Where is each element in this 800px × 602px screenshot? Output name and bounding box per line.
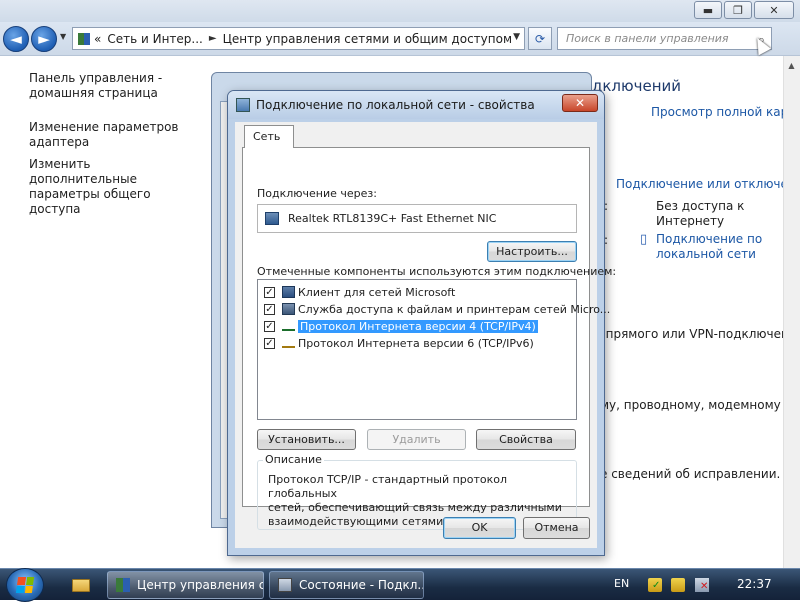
breadcrumb-network-internet[interactable]: Сеть и Интер... <box>107 32 203 46</box>
ok-button[interactable]: OK <box>443 517 516 539</box>
breadcrumb-separator-icon[interactable]: ► <box>209 33 217 44</box>
scroll-up-icon[interactable]: ▲ <box>783 57 800 74</box>
lan-connection-link[interactable]: Подключение по локальной сети <box>656 232 776 262</box>
connect-network-text: му, проводному, модемному <box>600 398 781 412</box>
tasks-sidebar: Панель управления - домашняя страница Из… <box>0 56 205 568</box>
protocol-icon <box>282 340 295 348</box>
dialog-body: Сеть Подключение через: Realtek RTL8139C… <box>235 122 616 548</box>
maximize-button[interactable]: ❐ <box>724 1 752 19</box>
network-center-icon <box>116 578 130 592</box>
list-item[interactable]: ✓ Клиент для сетей Microsoft <box>264 284 574 300</box>
components-list[interactable]: ✓ Клиент для сетей Microsoft ✓ Служба до… <box>257 279 610 420</box>
cancel-button[interactable]: Отмена <box>523 517 590 539</box>
search-input[interactable]: Поиск в панели управления ⌕ <box>557 27 772 50</box>
remove-button[interactable]: Удалить <box>367 429 466 450</box>
address-bar[interactable]: « Сеть и Интер... ► Центр управления сет… <box>72 27 525 50</box>
configure-button[interactable]: Настроить... <box>487 241 577 262</box>
page-heading-tail: дключений <box>592 77 682 95</box>
recent-pages-dropdown-icon[interactable]: ▼ <box>60 32 66 41</box>
network-disconnected-icon[interactable] <box>695 578 709 592</box>
sidebar-link-advanced-sharing-settings[interactable]: Изменить дополнительные параметры общего… <box>29 157 199 217</box>
list-item[interactable]: ✓ Протокол Интернета версии 4 (TCP/IPv4) <box>264 318 574 334</box>
component-checkbox[interactable]: ✓ <box>264 286 275 298</box>
list-item[interactable]: ✓ Служба доступа к файлам и принтерам се… <box>264 301 610 317</box>
windows-logo-icon <box>15 577 35 593</box>
install-button[interactable]: Установить... <box>257 429 356 450</box>
file-printer-sharing-icon <box>282 303 295 315</box>
access-status-text: Без доступа к Интернету <box>656 199 745 228</box>
address-overflow-chevron[interactable]: « <box>94 32 101 46</box>
dialog-titlebar[interactable]: Подключение по локальной сети - свойства… <box>228 91 604 119</box>
minimize-button[interactable]: ▬ <box>694 1 722 19</box>
start-button[interactable] <box>6 568 44 602</box>
dialog-close-button[interactable]: ✕ <box>562 94 598 112</box>
component-label: Протокол Интернета версии 6 (TCP/IPv6) <box>298 336 534 350</box>
component-checkbox[interactable]: ✓ <box>264 303 275 315</box>
adapter-name: Realtek RTL8139C+ Fast Ethernet NIC <box>288 212 497 225</box>
troubleshoot-text: е сведений об исправлении. <box>600 467 781 481</box>
vertical-scrollbar[interactable] <box>783 56 800 568</box>
connect-disconnect-link[interactable]: Подключение или отключение <box>616 177 800 192</box>
network-card-icon <box>265 212 279 225</box>
sidebar-link-change-adapter-settings[interactable]: Изменение параметров адаптера <box>29 120 199 150</box>
window-titlebar: ▬ ❐ ✕ <box>0 0 800 22</box>
task-connection-status[interactable]: Состояние - Подкл... <box>269 571 424 599</box>
action-center-icon[interactable] <box>648 578 662 592</box>
lan-connection-icon: ▯ <box>640 232 648 247</box>
component-checkbox[interactable]: ✓ <box>264 337 275 349</box>
dialog-title: Подключение по локальной сети - свойства <box>256 98 535 112</box>
task-label: Центр управления с... <box>137 578 264 592</box>
adapter-field: Realtek RTL8139C+ Fast Ethernet NIC <box>257 204 577 233</box>
navigation-bar: ◄ ► ▼ « Сеть и Интер... ► Центр управлен… <box>0 22 800 56</box>
forward-button[interactable]: ► <box>31 26 57 52</box>
language-indicator[interactable]: EN <box>614 577 629 590</box>
security-alert-icon[interactable] <box>671 578 685 592</box>
description-legend: Описание <box>263 453 324 466</box>
view-full-map-link[interactable]: Просмотр полной карты <box>651 105 800 120</box>
system-clock[interactable]: 22:37 <box>737 577 772 591</box>
lan-properties-dialog: Подключение по локальной сети - свойства… <box>227 90 616 556</box>
sidebar-link-control-panel-home[interactable]: Панель управления - домашняя страница <box>29 71 199 101</box>
breadcrumb-network-center[interactable]: Центр управления сетями и общим доступом <box>223 32 512 46</box>
network-adapter-icon <box>236 98 250 112</box>
properties-button[interactable]: Свойства <box>476 429 576 450</box>
component-label: Клиент для сетей Microsoft <box>298 285 456 299</box>
search-placeholder: Поиск в панели управления <box>566 32 729 45</box>
window-controls: ▬ ❐ ✕ <box>694 1 794 19</box>
connection-status-icon <box>278 578 292 592</box>
taskbar: Центр управления с... Состояние - Подкл.… <box>0 568 800 602</box>
address-dropdown-icon[interactable]: ▼ <box>513 32 520 42</box>
explorer-taskbar-button[interactable] <box>66 573 96 597</box>
network-client-icon <box>282 286 295 298</box>
network-center-icon <box>78 32 90 45</box>
protocol-icon <box>282 323 295 331</box>
back-button[interactable]: ◄ <box>3 26 29 52</box>
components-label: Отмеченные компоненты используются этим … <box>257 265 617 278</box>
component-checkbox[interactable]: ✓ <box>264 320 275 332</box>
task-network-center[interactable]: Центр управления с... <box>107 571 264 599</box>
task-label: Состояние - Подкл... <box>299 578 424 592</box>
component-label-selected: Протокол Интернета версии 4 (TCP/IPv4) <box>298 319 538 333</box>
tab-network[interactable]: Сеть <box>244 125 294 148</box>
setup-connection-text: , прямого или VPN-подключения <box>598 327 800 341</box>
list-item[interactable]: ✓ Протокол Интернета версии 6 (TCP/IPv6) <box>264 335 574 351</box>
refresh-button[interactable]: ⟳ <box>528 27 552 50</box>
network-tab-panel: Подключение через: Realtek RTL8139C+ Fas… <box>242 147 616 530</box>
component-label: Служба доступа к файлам и принтерам сете… <box>298 302 611 316</box>
close-button[interactable]: ✕ <box>754 1 794 19</box>
folder-icon <box>72 578 90 592</box>
connect-via-label: Подключение через: <box>257 187 377 200</box>
